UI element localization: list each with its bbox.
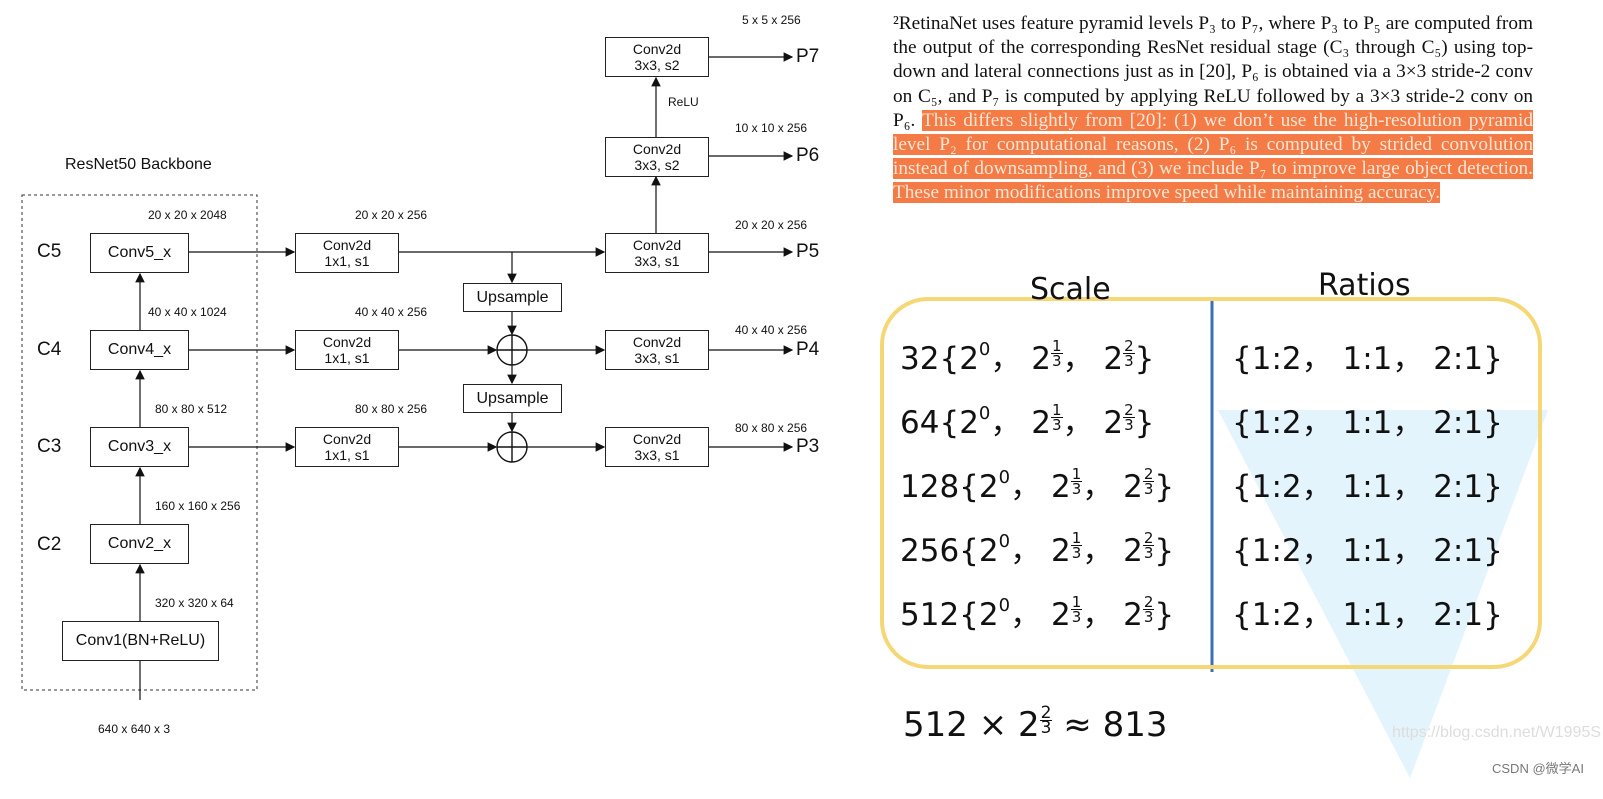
shape-label: 160 x 160 x 256 — [155, 499, 241, 513]
scale-row: 512{20， 2 1 3， 2 2 3} — [900, 593, 1175, 634]
lateral-conv: Conv2d 1x1, s1 — [295, 427, 399, 467]
shape-label: 20 x 20 x 2048 — [148, 208, 227, 222]
shape-label: 40 x 40 x 1024 — [148, 305, 227, 319]
scale-row: 64{20， 2 1 3， 2 2 3} — [900, 401, 1155, 442]
shape-label: 20 x 20 x 256 — [735, 218, 808, 232]
output-level: P6 — [796, 145, 820, 166]
p6-conv: Conv2d 3x3, s2 — [605, 137, 709, 177]
level-label: C5 — [37, 241, 62, 262]
shape-label: 80 x 80 x 256 — [735, 421, 808, 435]
lateral-conv: Conv2d 1x1, s1 — [295, 330, 399, 370]
output-level: P3 — [796, 436, 820, 457]
input-shape-label: 640 x 640 x 3 — [98, 722, 171, 736]
backbone-title: ResNet50 Backbone — [65, 156, 212, 173]
formula: 512 × 223 ≈ 813 — [903, 703, 1168, 746]
p7-conv: Conv2d 3x3, s2 — [605, 37, 709, 77]
lateral-conv: Conv2d 1x1, s1 — [295, 233, 399, 273]
p5-conv: Conv2d 3x3, s1 — [605, 233, 709, 273]
ratio-row: {1:2， 1:1， 2:1} — [1232, 533, 1503, 569]
canvas: ResNet50 Backbone C5 C4 C3 C2 Conv5_x Co… — [0, 0, 1603, 799]
conv2-block: Conv2_x — [90, 524, 189, 564]
watermark-url: https://blog.csdn.net/W1995S — [1392, 724, 1602, 741]
scale-row: 128{20， 2 1 3， 2 2 3} — [900, 465, 1175, 506]
watermark-author: CSDN @微学AI — [1492, 761, 1584, 776]
shape-label: 40 x 40 x 256 — [355, 305, 428, 319]
shape-label: 5 x 5 x 256 — [742, 13, 801, 27]
output-level: P4 — [796, 339, 820, 360]
shape-label: 20 x 20 x 256 — [355, 208, 428, 222]
scale-row: 256{20， 2 1 3， 2 2 3} — [900, 529, 1175, 570]
level-label: C3 — [37, 436, 62, 457]
shape-label: 80 x 80 x 512 — [155, 402, 228, 416]
level-label: C4 — [37, 339, 62, 360]
conv4-block: Conv4_x — [90, 330, 189, 370]
ratios-header: Ratios — [1318, 268, 1411, 303]
p3-conv: Conv2d 3x3, s1 — [605, 427, 709, 467]
upsample-block: Upsample — [463, 283, 562, 312]
p4-conv: Conv2d 3x3, s1 — [605, 330, 709, 370]
relu-label: ReLU — [668, 95, 699, 109]
ratio-row: {1:2， 1:1， 2:1} — [1232, 405, 1503, 441]
conv1-block: Conv1(BN+ReLU) — [62, 621, 219, 661]
output-level: P7 — [796, 46, 820, 67]
ratio-row: {1:2， 1:1， 2:1} — [1232, 597, 1503, 633]
paper-footnote: ²RetinaNet uses feature pyramid levels P… — [893, 12, 1533, 206]
shape-label: 80 x 80 x 256 — [355, 402, 428, 416]
scale-header: Scale — [1030, 272, 1111, 307]
output-level: P5 — [796, 241, 820, 262]
scale-row: 32{20， 2 1 3， 2 2 3} — [900, 337, 1155, 378]
conv3-block: Conv3_x — [90, 427, 189, 467]
shape-label: 10 x 10 x 256 — [735, 121, 808, 135]
shape-label: 320 x 320 x 64 — [155, 596, 234, 610]
ratio-row: {1:2， 1:1， 2:1} — [1232, 469, 1503, 505]
upsample-block: Upsample — [463, 384, 562, 413]
conv5-block: Conv5_x — [90, 233, 189, 273]
shape-label: 40 x 40 x 256 — [735, 323, 808, 337]
highlighted-text: This differs slightly from [20]: (1) we … — [893, 109, 1533, 204]
level-label: C2 — [37, 534, 62, 555]
ratio-row: {1:2， 1:1， 2:1} — [1232, 341, 1503, 377]
